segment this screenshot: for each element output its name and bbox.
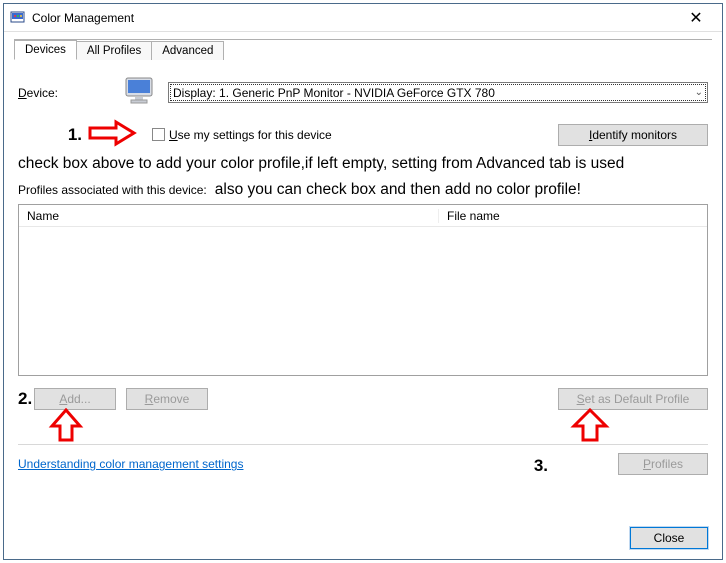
add-button[interactable]: Add... [34,388,116,410]
annotation-step3: 3. [534,456,548,476]
tab-advanced[interactable]: Advanced [151,41,224,60]
understanding-link[interactable]: Understanding color management settings [18,457,243,471]
window: Color Management ✕ Devices All Profiles … [3,3,723,560]
monitor-icon [124,76,158,109]
annotation-step2: 2. [18,389,34,409]
device-dropdown[interactable]: Display: 1. Generic PnP Monitor - NVIDIA… [168,82,708,103]
device-selected-text: Display: 1. Generic PnP Monitor - NVIDIA… [173,86,495,100]
titlebar: Color Management ✕ [4,4,722,32]
annotation-line1: check box above to add your color profil… [18,154,708,174]
column-filename[interactable]: File name [439,209,707,223]
red-arrow-right-icon [88,119,138,150]
window-close-button[interactable]: ✕ [676,8,716,28]
profiles-assoc-label: Profiles associated with this device: [18,183,207,197]
set-default-profile-button[interactable]: Set as Default Profile [558,388,708,410]
remove-button[interactable]: Remove [126,388,208,410]
device-label: Device: [18,86,124,100]
use-my-settings-label: Use my settings for this device [169,128,332,142]
app-icon [10,10,26,26]
checkbox-icon [152,128,165,141]
tab-all-profiles[interactable]: All Profiles [76,41,152,60]
annotation-line2: also you can check box and then add no c… [215,180,581,200]
chevron-down-icon: ⌄ [695,87,703,98]
window-title: Color Management [32,11,676,25]
profiles-button[interactable]: Profiles [618,453,708,475]
close-button[interactable]: Close [630,527,708,549]
red-arrow-up-icon-2 [48,408,84,445]
tabs: Devices All Profiles Advanced [4,32,722,60]
red-arrow-up-icon-3 [570,408,610,445]
profiles-listview[interactable]: Name File name [18,204,708,376]
column-name[interactable]: Name [19,209,439,223]
identify-monitors-button[interactable]: Identify monitors [558,124,708,146]
listview-header: Name File name [19,205,707,227]
use-my-settings-checkbox[interactable]: Use my settings for this device [152,128,332,142]
tab-devices[interactable]: Devices [14,40,77,60]
annotation-step1: 1. [68,125,82,144]
